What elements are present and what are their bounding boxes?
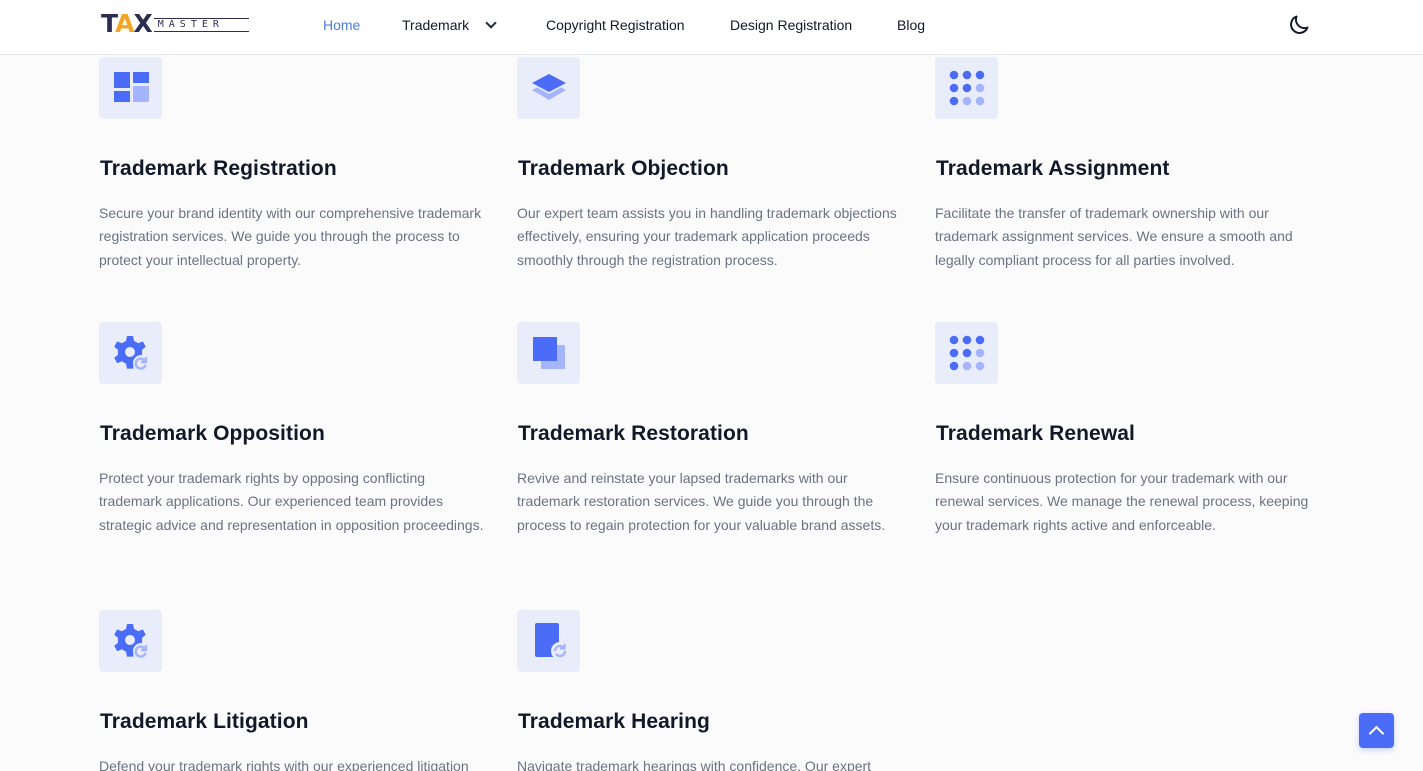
nav-home[interactable]: Home <box>323 16 360 34</box>
duplicate-icon <box>517 322 580 384</box>
service-title: Trademark Registration <box>100 157 337 180</box>
chevron-down-icon <box>485 17 497 29</box>
layers-icon <box>517 57 580 119</box>
logo-subtitle: MASTER <box>153 18 249 32</box>
service-title: Trademark Restoration <box>518 422 749 445</box>
service-title: Trademark Litigation <box>100 710 309 733</box>
nav-copyright-registration[interactable]: Copyright Registration <box>546 16 685 34</box>
service-title: Trademark Objection <box>518 157 729 180</box>
service-description: Defend your trademark rights with our ex… <box>99 758 469 771</box>
service-description: Revive and reinstate your lapsed tradema… <box>517 470 886 533</box>
service-title: Trademark Opposition <box>100 422 325 445</box>
grid-dots-icon <box>935 322 998 384</box>
service-description: Our expert team assists you in handling … <box>517 205 897 268</box>
dashboard-icon <box>99 57 162 119</box>
grid-dots-icon <box>935 57 998 119</box>
gear-refresh-icon <box>99 610 162 672</box>
nav-design-registration[interactable]: Design Registration <box>730 16 852 34</box>
service-description: Secure your brand identity with our comp… <box>99 205 482 268</box>
moon-icon[interactable] <box>1287 13 1311 37</box>
service-description: Facilitate the transfer of trademark own… <box>935 205 1293 268</box>
service-description: Navigate trademark hearings with confide… <box>517 758 872 771</box>
file-refresh-icon <box>517 610 580 672</box>
taxmaster-logo[interactable]: TAX MASTER <box>101 10 249 38</box>
service-description: Protect your trademark rights by opposin… <box>99 470 484 533</box>
scroll-to-top-button[interactable] <box>1359 713 1394 748</box>
service-description: Ensure continuous protection for your tr… <box>935 470 1309 533</box>
nav-trademark-label: Trademark <box>402 17 470 33</box>
logo-wordmark: TAX <box>101 9 153 38</box>
service-title: Trademark Assignment <box>936 157 1170 180</box>
service-title: Trademark Hearing <box>518 710 710 733</box>
nav-trademark[interactable]: Trademark <box>402 16 497 34</box>
chevron-up-icon <box>1368 725 1385 741</box>
nav-blog[interactable]: Blog <box>897 16 925 34</box>
gear-refresh-icon <box>99 322 162 384</box>
service-title: Trademark Renewal <box>936 422 1135 445</box>
site-header: TAX MASTER Home Trademark Copyright Regi… <box>0 0 1423 55</box>
